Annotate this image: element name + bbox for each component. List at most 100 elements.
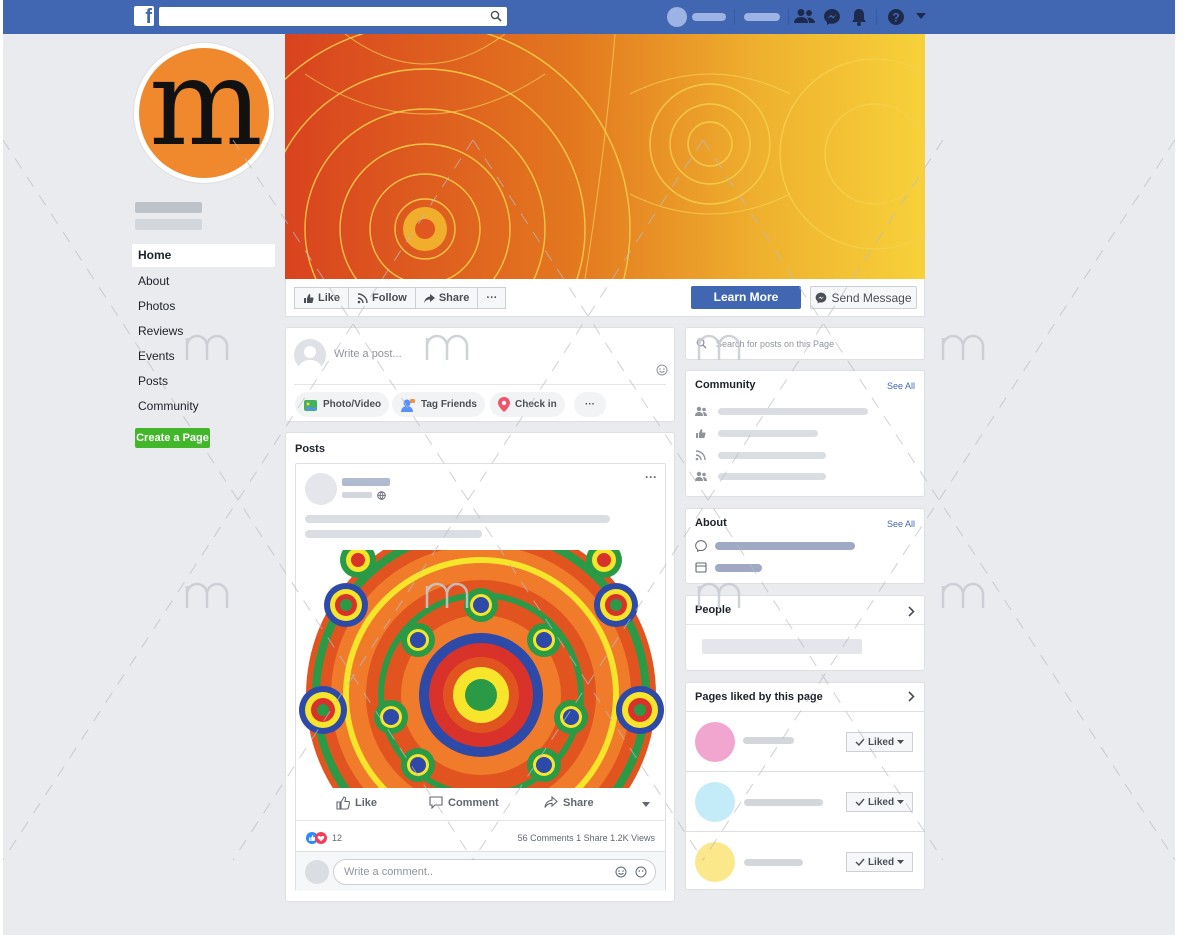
profile-picture[interactable]: m [134, 43, 274, 183]
post-options-button[interactable]: ··· [645, 470, 657, 484]
liked-page-row: Liked [686, 771, 924, 831]
mandala-cover-image [285, 34, 925, 279]
user-name-placeholder[interactable] [692, 13, 726, 21]
liked-page-name-placeholder[interactable] [743, 737, 794, 744]
nav-item-events[interactable]: Events [132, 344, 275, 369]
nav-item-about[interactable]: About [132, 269, 275, 294]
posts-section: Posts ··· Like Comment Share 12 56 Comme… [285, 432, 675, 902]
chevron-right-icon[interactable] [908, 691, 915, 702]
check-in-button[interactable]: Check in [490, 392, 565, 417]
liked-page-avatar[interactable] [695, 782, 735, 822]
globe-icon [377, 491, 386, 500]
share-page-button[interactable]: Share [414, 287, 479, 309]
emoji-icon[interactable] [656, 364, 668, 376]
composer-input[interactable]: Write a post... [334, 348, 402, 360]
photo-video-button[interactable]: Photo/Video [295, 392, 390, 417]
like-page-button[interactable]: Like [294, 287, 350, 309]
emoji-icon[interactable] [615, 866, 627, 878]
post-author-name-placeholder[interactable] [342, 478, 390, 486]
post-author-avatar[interactable] [305, 473, 337, 505]
topbar-divider [788, 9, 789, 25]
post-composer: Write a post... Photo/Video Tag Friends … [285, 327, 675, 422]
follow-page-label: Follow [372, 292, 407, 304]
messenger-icon[interactable] [823, 8, 841, 26]
liked-button[interactable]: Liked [846, 732, 913, 752]
friends-icon[interactable] [794, 8, 816, 25]
svg-text:?: ? [892, 11, 899, 25]
love-reaction-icon[interactable] [315, 832, 327, 844]
user-avatar[interactable] [667, 7, 687, 27]
follow-page-button[interactable]: Follow [348, 287, 416, 309]
messenger-icon [816, 292, 827, 303]
people-title[interactable]: People [695, 604, 731, 616]
about-see-all-link[interactable]: See All [887, 519, 915, 529]
liked-page-avatar[interactable] [695, 842, 735, 882]
nav-item-community[interactable]: Community [132, 394, 275, 419]
facebook-logo-icon[interactable]: f [134, 6, 154, 26]
default-avatar-icon [298, 346, 322, 371]
people-placeholder [702, 639, 862, 654]
about-category-placeholder[interactable] [715, 564, 762, 572]
liked-page-name-placeholder[interactable] [744, 859, 803, 866]
community-see-all-link[interactable]: See All [887, 381, 915, 391]
check-icon [855, 738, 865, 746]
post-mandala-image[interactable] [298, 550, 665, 788]
post-comment-button[interactable]: Comment [429, 796, 499, 809]
learn-more-button[interactable]: Learn More [691, 286, 801, 309]
community-title: Community [695, 379, 756, 391]
nav-item-photos[interactable]: Photos [132, 294, 275, 319]
post-share-label: Share [563, 796, 594, 809]
help-icon[interactable]: ? [887, 8, 905, 26]
search-icon[interactable] [490, 10, 502, 22]
share-arrow-icon [423, 293, 435, 303]
liked-page-name-placeholder[interactable] [744, 799, 823, 806]
post-date-placeholder [342, 492, 372, 498]
about-section: About See All [685, 508, 925, 584]
check-icon [855, 858, 865, 866]
search-icon [696, 338, 707, 349]
tag-friends-button[interactable]: Tag Friends [392, 392, 485, 417]
nav-item-posts[interactable]: Posts [132, 369, 275, 394]
create-page-button[interactable]: Create a Page [135, 428, 210, 448]
thumbs-up-icon [696, 429, 706, 438]
page-canvas: f ? m Home About Photos Reviews Events P… [3, 0, 1175, 935]
post-like-button[interactable]: Like [336, 796, 377, 810]
pages-liked-section: Pages liked by this page Liked Liked Lik… [685, 682, 925, 890]
home-link-placeholder[interactable] [744, 13, 780, 21]
comment-input[interactable]: Write a comment.. [333, 859, 656, 885]
liked-button[interactable]: Liked [846, 852, 913, 872]
people-section: People [685, 595, 925, 671]
about-messenger-placeholder[interactable] [715, 542, 855, 550]
composer-divider [294, 384, 666, 385]
page-post-search[interactable]: Search for posts on this Page [685, 327, 925, 360]
rss-icon [357, 292, 368, 303]
liked-page-avatar[interactable] [695, 722, 735, 762]
facebook-logo-letter: f [145, 6, 152, 26]
thumbs-up-icon [336, 796, 350, 810]
chevron-right-icon[interactable] [908, 606, 915, 617]
more-actions-button[interactable]: ··· [477, 287, 507, 309]
liked-button[interactable]: Liked [846, 792, 913, 812]
nav-item-home[interactable]: Home [132, 244, 275, 267]
comment-placeholder: Write a comment.. [344, 866, 434, 878]
page-handle-placeholder [135, 219, 202, 230]
post-engagement-stats[interactable]: 56 Comments 1 Share 1.2K Views [518, 833, 655, 843]
send-message-button[interactable]: Send Message [810, 286, 917, 309]
post-divider [296, 820, 665, 821]
caret-down-icon[interactable] [916, 13, 926, 20]
bell-icon[interactable] [851, 8, 867, 26]
caret-down-icon[interactable] [642, 802, 650, 807]
composer-more-button[interactable]: ··· [574, 392, 606, 417]
post-share-button[interactable]: Share [544, 796, 594, 809]
sticker-icon[interactable] [635, 866, 647, 878]
reactions-count[interactable]: 12 [332, 833, 342, 843]
nav-item-reviews[interactable]: Reviews [132, 319, 275, 344]
cover-photo[interactable] [285, 34, 925, 279]
pages-liked-title[interactable]: Pages liked by this page [695, 691, 823, 703]
location-pin-icon [498, 397, 510, 412]
top-search-input[interactable] [159, 7, 507, 26]
community-stat-placeholder [718, 430, 818, 437]
post-text-placeholder [305, 515, 610, 523]
more-actions-label: ··· [486, 292, 498, 304]
topbar-divider [876, 9, 877, 25]
